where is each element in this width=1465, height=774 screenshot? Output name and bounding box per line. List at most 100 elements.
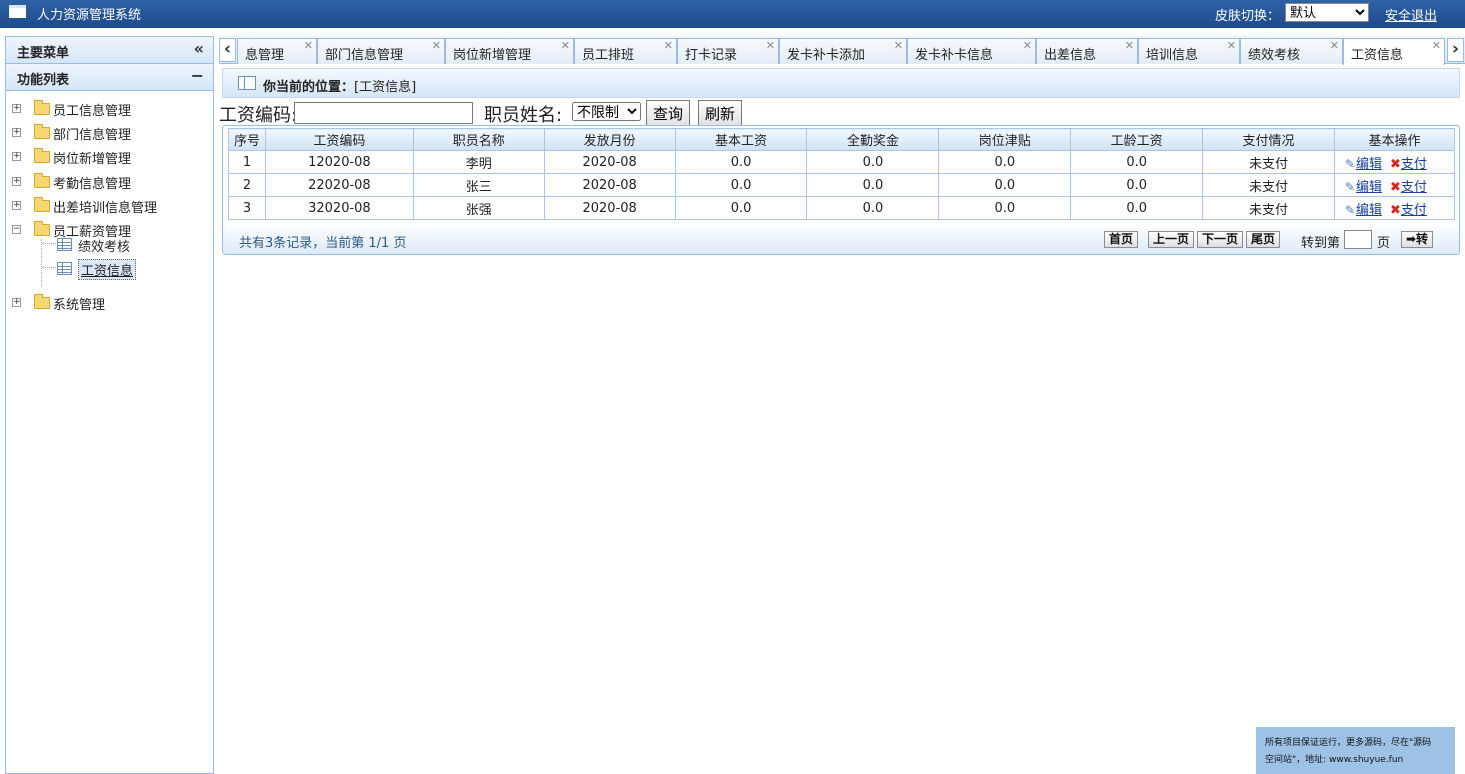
table-cell: 22020-08 — [264, 173, 414, 197]
tab-post-add[interactable]: 岗位新增管理 ✕ — [445, 38, 574, 64]
main-content: 你当前的位置：[工资信息] 工资编码: 职员姓名: 不限制 查询 刷新 序号 工资… — [219, 65, 1465, 774]
table-cell: 张三 — [412, 173, 545, 197]
tree-line — [41, 239, 42, 287]
next-page-button[interactable]: 下一页 — [1197, 231, 1244, 248]
table-cell: 0.0 — [674, 173, 808, 197]
salary-code-label: 工资编码: — [219, 105, 298, 126]
tab-schedule[interactable]: 员工排班 ✕ — [574, 38, 677, 64]
first-page-button[interactable]: 首页 — [1104, 231, 1139, 248]
column-header: 岗位津贴 — [938, 128, 1072, 151]
tab-performance[interactable]: 绩效考核 ✕ — [1240, 38, 1343, 64]
main-menu-title: 主要菜单 — [17, 46, 70, 61]
pager-info: 共有3条记录，当前第 1/1 页 — [239, 236, 407, 251]
collapse-list-icon[interactable]: − — [191, 66, 204, 85]
tab-close-icon[interactable]: ✕ — [1432, 39, 1441, 52]
tab-close-icon[interactable]: ✕ — [1023, 39, 1032, 52]
tab-label: 打卡记录 — [685, 48, 738, 63]
folder-icon — [34, 148, 50, 163]
tab-close-icon[interactable]: ✕ — [894, 39, 903, 52]
pencil-icon: ✎ — [1344, 179, 1356, 194]
column-header: 发放月份 — [543, 128, 676, 151]
edit-link[interactable]: 编辑 — [1356, 203, 1382, 218]
tab-close-icon[interactable]: ✕ — [664, 39, 673, 52]
tab-card-add[interactable]: 发卡补卡添加 ✕ — [779, 38, 907, 64]
pay-link[interactable]: 支付 — [1401, 180, 1427, 195]
query-button[interactable]: 查询 — [646, 100, 691, 126]
prev-page-button[interactable]: 上一页 — [1148, 231, 1195, 248]
salary-table: 序号 工资编码 职员名称 发放月份 基本工资 全勤奖金 岗位津贴 工龄工资 支付情况 基本操作 1… — [228, 128, 1456, 220]
tree-label-selected[interactable]: 工资信息 — [78, 259, 137, 280]
expand-icon[interactable]: + — [12, 201, 21, 210]
expand-icon[interactable]: + — [12, 128, 21, 137]
table-cell: 2 — [228, 173, 266, 197]
table-cell: 李明 — [412, 150, 545, 174]
tab-label: 工资信息 — [1351, 48, 1404, 63]
top-bar: 人力资源管理系统 皮肤切换： 默认 安全退出 — [0, 0, 1465, 28]
tab-salary-info[interactable]: 工资信息 ✕ — [1343, 38, 1445, 65]
tab-training-info[interactable]: 培训信息 ✕ — [1138, 38, 1240, 64]
tab-close-icon[interactable]: ✕ — [1125, 39, 1134, 52]
table-cell: 2020-08 — [543, 196, 676, 220]
table-cell: 0.0 — [806, 173, 940, 197]
expand-icon[interactable]: + — [12, 104, 21, 113]
app-title: 人力资源管理系统 — [37, 8, 142, 23]
folder-icon — [34, 294, 50, 309]
skin-select[interactable]: 默认 — [1285, 3, 1369, 22]
location-prefix: 你当前的位置： — [263, 80, 355, 95]
table-cell: 0.0 — [938, 173, 1072, 197]
tab-card-info[interactable]: 发卡补卡信息 ✕ — [907, 38, 1036, 64]
tab-close-icon[interactable]: ✕ — [304, 39, 313, 52]
table-cell: 0.0 — [938, 196, 1072, 220]
pay-link[interactable]: 支付 — [1401, 203, 1427, 218]
goto-page-input[interactable] — [1344, 230, 1372, 249]
tab-close-icon[interactable]: ✕ — [561, 39, 570, 52]
edit-link[interactable]: 编辑 — [1356, 180, 1382, 195]
last-page-button[interactable]: 尾页 — [1246, 231, 1281, 248]
tree-label[interactable]: 员工信息管理 — [53, 100, 131, 119]
expand-icon[interactable]: + — [12, 298, 21, 307]
tab-label: 岗位新增管理 — [453, 48, 532, 63]
folder-open-icon — [34, 221, 50, 236]
expand-icon[interactable]: + — [12, 152, 21, 161]
refresh-button[interactable]: 刷新 — [698, 100, 743, 126]
pencil-icon: ✎ — [1344, 202, 1356, 217]
tab-close-icon[interactable]: ✕ — [1330, 39, 1339, 52]
collapse-icon[interactable]: − — [12, 225, 21, 234]
salary-code-input[interactable] — [294, 102, 473, 124]
app-logo-icon — [9, 5, 26, 18]
tab-close-icon[interactable]: ✕ — [1227, 39, 1236, 52]
employee-name-select[interactable]: 不限制 — [572, 102, 641, 121]
edit-link[interactable]: 编辑 — [1356, 157, 1382, 172]
pager: 共有3条记录，当前第 1/1 页 首页 上一页 下一页 尾页 转到第 页 ➡转 — [223, 224, 1459, 254]
expand-icon[interactable]: + — [12, 177, 21, 186]
pencil-icon: ✎ — [1344, 156, 1356, 171]
tree-label[interactable]: 出差培训信息管理 — [53, 197, 157, 216]
goto-button[interactable]: ➡转 — [1401, 231, 1434, 248]
tab-scroll-right-icon[interactable]: › — [1447, 38, 1464, 62]
tab-punch-record[interactable]: 打卡记录 ✕ — [677, 38, 779, 64]
tab-close-icon[interactable]: ✕ — [766, 39, 775, 52]
skin-switch-label: 皮肤切换： — [1215, 9, 1281, 24]
tab-employee-info[interactable]: 息管理 ✕ — [237, 38, 317, 64]
pay-link[interactable]: 支付 — [1401, 157, 1427, 172]
row-actions: ✎编辑 ✖支付 — [1333, 173, 1456, 197]
tab-scroll-left-icon[interactable]: ‹ — [219, 38, 236, 62]
tree-label[interactable]: 部门信息管理 — [53, 124, 131, 143]
watermark-line-1: 所有项目保证运行，更多源码，尽在"源码 — [1265, 738, 1432, 748]
collapse-sidebar-icon[interactable]: « — [194, 39, 204, 58]
tab-close-icon[interactable]: ✕ — [432, 39, 441, 52]
tab-trip-info[interactable]: 出差信息 ✕ — [1036, 38, 1138, 64]
tree-label[interactable]: 考勤信息管理 — [53, 173, 131, 192]
folder-icon — [34, 197, 50, 212]
table-cell: 未支付 — [1202, 196, 1335, 220]
tab-dept-info[interactable]: 部门信息管理 ✕ — [317, 38, 445, 64]
tree-label[interactable]: 岗位新增管理 — [53, 148, 131, 167]
logout-link[interactable]: 安全退出 — [1385, 5, 1437, 24]
tree-line — [42, 243, 56, 244]
tree-label[interactable]: 系统管理 — [53, 294, 105, 313]
red-x-icon: ✖ — [1389, 202, 1401, 218]
tree-label[interactable]: 绩效考核 — [78, 236, 130, 255]
column-header: 支付情况 — [1202, 128, 1335, 151]
location-text: 你当前的位置：[工资信息] — [263, 76, 416, 95]
tab-label: 发卡补卡添加 — [787, 48, 866, 63]
